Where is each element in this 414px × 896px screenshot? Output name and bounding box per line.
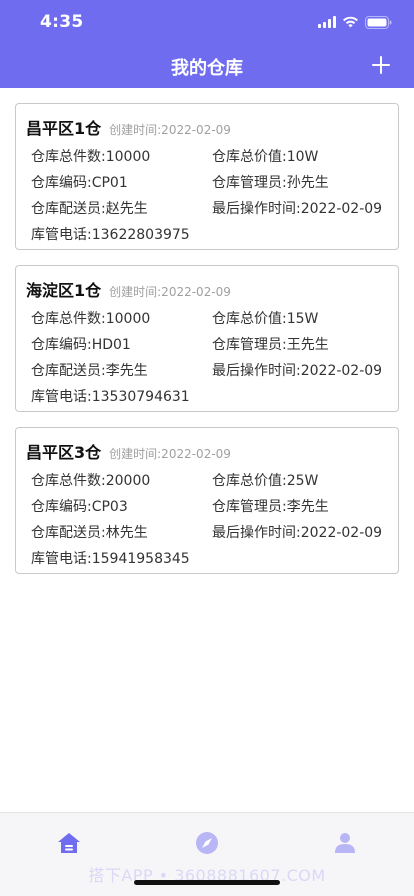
warehouse-manager: 仓库管理员:王先生 (212, 337, 329, 353)
page-title: 我的仓库 (171, 58, 243, 79)
status-icons (318, 13, 392, 31)
plus-icon[interactable] (372, 56, 390, 74)
warehouse-manager: 仓库管理员:孙先生 (212, 175, 329, 191)
battery-icon (365, 15, 392, 29)
warehouse-code: 仓库编码:CP01 (31, 175, 128, 191)
total-value: 仓库总价值:25W (212, 473, 319, 489)
total-value: 仓库总价值:15W (212, 311, 319, 327)
total-items: 仓库总件数:10000 (31, 149, 151, 165)
manager-phone: 库管电话:13530794631 (31, 389, 190, 405)
warehouse-code: 仓库编码:CP03 (31, 499, 128, 515)
header: 4:35 我的仓库 (0, 0, 414, 88)
home-icon (58, 833, 80, 853)
warehouse-card[interactable]: 昌平区1仓 创建时间:2022-02-09 仓库总件数:10000 仓库总价值:… (15, 103, 399, 250)
warehouse-name: 海淀区1仓 (26, 281, 102, 300)
warehouse-name: 昌平区3仓 (26, 443, 102, 462)
warehouse-courier: 仓库配送员:李先生 (31, 363, 148, 379)
created-time: 创建时间:2022-02-09 (109, 447, 231, 461)
warehouse-code: 仓库编码:HD01 (31, 337, 131, 353)
nav-bar: 我的仓库 (0, 44, 414, 88)
card-header: 昌平区1仓 创建时间:2022-02-09 (26, 115, 231, 139)
card-header: 海淀区1仓 创建时间:2022-02-09 (26, 277, 231, 301)
warehouse-manager: 仓库管理员:李先生 (212, 499, 329, 515)
manager-phone: 库管电话:13622803975 (31, 227, 190, 243)
total-items: 仓库总件数:20000 (31, 473, 151, 489)
card-header: 昌平区3仓 创建时间:2022-02-09 (26, 439, 231, 463)
compass-icon (196, 832, 218, 854)
total-items: 仓库总件数:10000 (31, 311, 151, 327)
last-operation-time: 最后操作时间:2022-02-09 (212, 525, 383, 541)
status-time: 4:35 (40, 12, 84, 32)
tab-discover[interactable] (195, 831, 219, 855)
warehouse-courier: 仓库配送员:赵先生 (31, 201, 148, 217)
tab-home[interactable] (57, 831, 81, 855)
warehouse-card[interactable]: 海淀区1仓 创建时间:2022-02-09 仓库总件数:10000 仓库总价值:… (15, 265, 399, 412)
last-operation-time: 最后操作时间:2022-02-09 (212, 201, 383, 217)
profile-icon (335, 833, 355, 853)
home-indicator (134, 880, 280, 885)
signal-icon (318, 16, 336, 28)
last-operation-time: 最后操作时间:2022-02-09 (212, 363, 383, 379)
warehouse-card[interactable]: 昌平区3仓 创建时间:2022-02-09 仓库总件数:20000 仓库总价值:… (15, 427, 399, 574)
warehouse-courier: 仓库配送员:林先生 (31, 525, 148, 541)
tab-profile[interactable] (333, 831, 357, 855)
warehouse-name: 昌平区1仓 (26, 119, 102, 138)
warehouse-list: 昌平区1仓 创建时间:2022-02-09 仓库总件数:10000 仓库总价值:… (15, 103, 399, 589)
created-time: 创建时间:2022-02-09 (109, 285, 231, 299)
total-value: 仓库总价值:10W (212, 149, 319, 165)
wifi-icon (343, 16, 358, 28)
manager-phone: 库管电话:15941958345 (31, 551, 190, 567)
created-time: 创建时间:2022-02-09 (109, 123, 231, 137)
status-bar: 4:35 (0, 0, 414, 44)
